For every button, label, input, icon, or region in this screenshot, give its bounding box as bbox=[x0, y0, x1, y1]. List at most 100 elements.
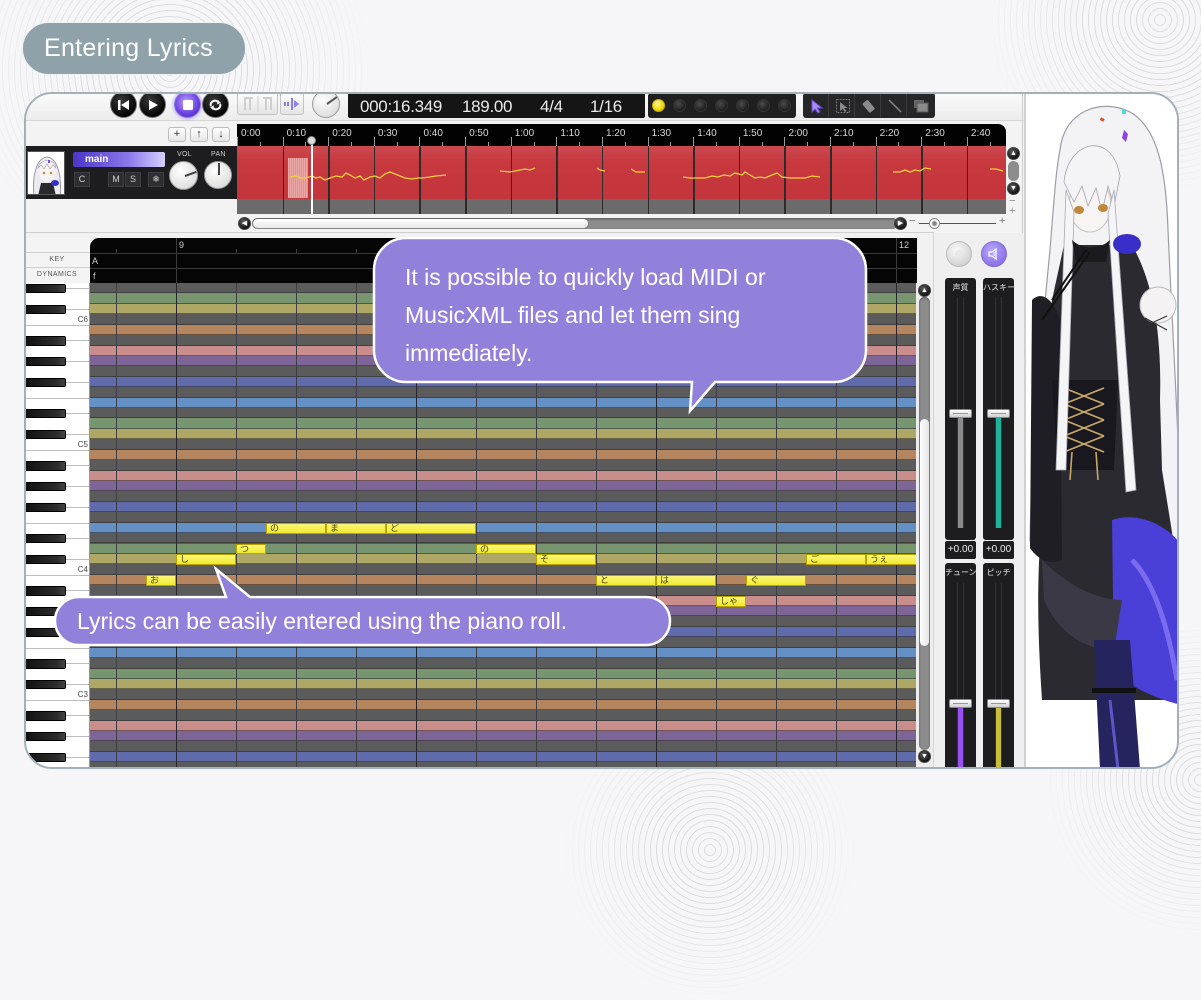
note[interactable]: うぇ bbox=[866, 553, 916, 565]
zoom-out-button[interactable]: − bbox=[909, 215, 915, 227]
key-value[interactable]: A bbox=[92, 256, 98, 266]
add-track-button[interactable]: + bbox=[168, 127, 186, 142]
black-key[interactable] bbox=[26, 429, 66, 440]
black-key[interactable] bbox=[26, 554, 66, 565]
pitch-row[interactable] bbox=[90, 460, 916, 471]
pitch-row[interactable] bbox=[90, 408, 916, 419]
horizontal-scroll-thumb[interactable] bbox=[253, 219, 588, 228]
scroll-left-button[interactable]: ◀ bbox=[238, 217, 251, 230]
black-key[interactable] bbox=[26, 336, 66, 346]
move-track-down-button[interactable]: ↓ bbox=[212, 127, 230, 142]
loop-button[interactable] bbox=[202, 94, 229, 118]
select-tool[interactable] bbox=[831, 94, 855, 117]
pitch-row[interactable] bbox=[90, 731, 916, 742]
tempo-readout[interactable]: 189.00 bbox=[462, 94, 513, 120]
pitch-row[interactable] bbox=[90, 491, 916, 502]
note[interactable]: ま bbox=[326, 522, 386, 534]
pitch-row[interactable] bbox=[90, 376, 916, 388]
black-key[interactable] bbox=[26, 284, 66, 294]
black-key[interactable] bbox=[26, 586, 66, 596]
black-key[interactable] bbox=[26, 679, 66, 690]
solo-toggle[interactable] bbox=[946, 241, 972, 267]
note[interactable]: の bbox=[266, 522, 326, 534]
note[interactable]: と bbox=[596, 574, 656, 586]
slider-handle[interactable] bbox=[987, 408, 1010, 418]
slider-handle[interactable] bbox=[949, 699, 972, 708]
track-vscroll-thumb[interactable] bbox=[1008, 161, 1019, 181]
black-key[interactable] bbox=[26, 461, 66, 471]
pitch-row[interactable] bbox=[90, 512, 916, 523]
roll-scroll-up-button[interactable]: ▲ bbox=[918, 284, 931, 297]
pitch-row[interactable] bbox=[90, 387, 916, 398]
volume-knob[interactable] bbox=[169, 161, 198, 190]
black-key[interactable] bbox=[26, 732, 66, 742]
black-key[interactable] bbox=[26, 377, 66, 388]
toggle-led[interactable] bbox=[715, 99, 728, 112]
eraser-tool[interactable] bbox=[857, 94, 881, 117]
pitch-row[interactable] bbox=[90, 741, 916, 752]
timeline-ruler[interactable]: 0:00 0:10 0:20 0:30 0:40 0:50 1:00 1:10 1:20 1:30… bbox=[237, 124, 1006, 146]
pitch-row[interactable] bbox=[90, 595, 916, 606]
black-key[interactable] bbox=[26, 481, 66, 492]
pitch-row[interactable] bbox=[90, 647, 916, 659]
black-key[interactable] bbox=[26, 627, 66, 638]
pitch-row[interactable] bbox=[90, 564, 916, 575]
scroll-right-button[interactable]: ▶ bbox=[894, 217, 907, 230]
slider-handle[interactable] bbox=[987, 699, 1010, 708]
piano-keyboard[interactable]: C6 C5 C4 C3 bbox=[26, 283, 90, 767]
line-tool[interactable] bbox=[883, 94, 907, 117]
pitch-row[interactable] bbox=[90, 585, 916, 596]
roll-scroll-down-button[interactable]: ▼ bbox=[918, 750, 931, 763]
pitch-row[interactable] bbox=[90, 480, 916, 492]
playhead[interactable] bbox=[310, 138, 313, 214]
stop-button[interactable] bbox=[174, 94, 201, 118]
solo-button[interactable]: S bbox=[125, 172, 141, 187]
toggle-led[interactable] bbox=[736, 99, 749, 112]
pointer-tool[interactable] bbox=[805, 94, 829, 117]
track-height-plus[interactable]: + bbox=[1009, 205, 1015, 217]
note[interactable]: ぐ bbox=[746, 574, 806, 586]
pitch-row[interactable] bbox=[90, 501, 916, 513]
piano-roll-vertical-scrollbar[interactable] bbox=[919, 297, 930, 750]
black-key[interactable] bbox=[26, 356, 66, 367]
snap-button[interactable] bbox=[280, 94, 304, 115]
pitch-row[interactable] bbox=[90, 522, 916, 534]
zoom-in-button[interactable]: + bbox=[999, 215, 1005, 227]
time-signature-readout[interactable]: 4/4 bbox=[540, 94, 563, 120]
mute-button[interactable]: M bbox=[108, 172, 124, 187]
quantize-readout[interactable]: 1/16 bbox=[590, 94, 622, 120]
black-key[interactable] bbox=[26, 659, 66, 669]
track-avatar[interactable] bbox=[27, 151, 65, 195]
pitch-row[interactable] bbox=[90, 428, 916, 440]
freeze-button[interactable]: ❄ bbox=[148, 172, 164, 187]
play-button[interactable] bbox=[139, 94, 166, 118]
pitch-row[interactable] bbox=[90, 637, 916, 648]
pitch-row[interactable] bbox=[90, 439, 916, 450]
move-track-up-button[interactable]: ↑ bbox=[190, 127, 208, 142]
black-key[interactable] bbox=[26, 409, 66, 419]
track-name[interactable]: main bbox=[73, 152, 165, 167]
note[interactable]: の bbox=[476, 543, 536, 555]
scroll-up-button[interactable]: ▲ bbox=[1007, 147, 1020, 160]
note[interactable]: ご bbox=[806, 553, 866, 565]
note[interactable]: しゃ bbox=[716, 595, 746, 607]
note[interactable]: ど bbox=[386, 522, 476, 534]
toggle-led[interactable] bbox=[694, 99, 707, 112]
note[interactable]: つ bbox=[236, 543, 266, 555]
black-key[interactable] bbox=[26, 711, 66, 721]
voice-quality-value[interactable]: +0.00 bbox=[945, 541, 976, 559]
pitch-row[interactable] bbox=[90, 689, 916, 700]
toggle-led[interactable] bbox=[757, 99, 770, 112]
piano-roll-scroll-thumb[interactable] bbox=[920, 419, 929, 646]
layers-tool[interactable] bbox=[909, 94, 933, 117]
note[interactable]: は bbox=[656, 574, 716, 586]
bracket-buttons[interactable] bbox=[237, 94, 278, 115]
toggle-led[interactable] bbox=[673, 99, 686, 112]
pitch-row[interactable] bbox=[90, 397, 916, 409]
pitch-row[interactable] bbox=[90, 751, 916, 763]
black-key[interactable] bbox=[26, 534, 66, 544]
playhead-handle[interactable] bbox=[306, 136, 316, 145]
horizontal-scrollbar[interactable] bbox=[252, 218, 898, 229]
husky-value[interactable]: +0.00 bbox=[983, 541, 1014, 559]
toggle-led[interactable] bbox=[778, 99, 791, 112]
